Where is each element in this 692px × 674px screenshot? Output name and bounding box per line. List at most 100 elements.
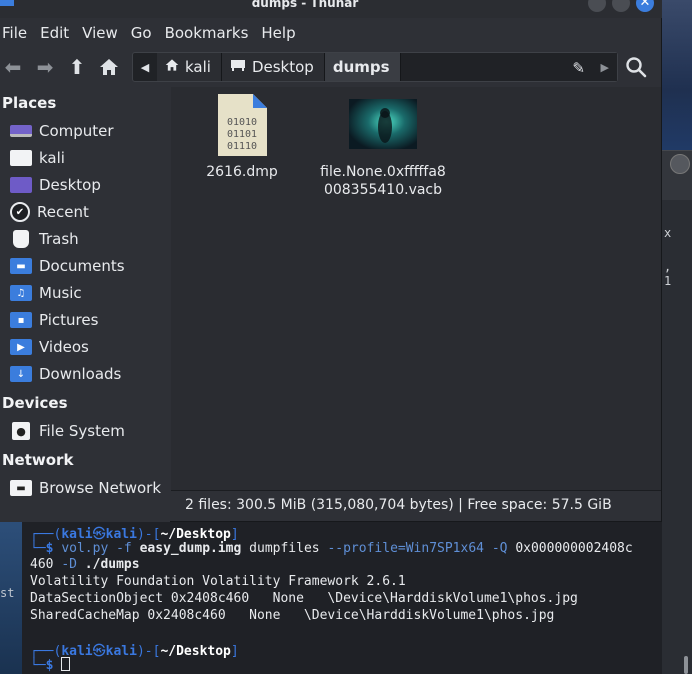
sidebar-item-recent[interactable]: ✔ Recent: [10, 200, 89, 224]
cmd-profile: --profile=Win7SP1x64: [327, 541, 484, 556]
image-thumbnail-icon: [349, 99, 417, 149]
terminal-scrollbar[interactable]: [684, 656, 688, 674]
file-item-2616-dmp[interactable]: 01010 01101 01110 2616.dmp: [167, 93, 317, 181]
cmd-file: easy_dump.img: [139, 541, 242, 556]
cmd-plugin: dumpfiles: [249, 541, 320, 556]
cmd-opt: -f: [116, 541, 132, 556]
menu-file[interactable]: File: [0, 24, 36, 42]
close-button[interactable]: ✕: [636, 0, 654, 12]
network-heading: Network: [2, 451, 74, 469]
drive-icon: ●: [12, 422, 30, 440]
videos-folder-icon: ▶: [10, 339, 32, 355]
sidebar-item-downloads[interactable]: ↓ Downloads: [10, 362, 121, 386]
prompt-cwd: ~/Desktop: [160, 527, 231, 542]
file-view[interactable]: 01010 01101 01110 2616.dmp file.None.0xf…: [171, 87, 661, 490]
sidebar-item-label: Computer: [39, 122, 114, 140]
binary-row: 01110: [227, 141, 257, 152]
desktop-wallpaper-strip: [662, 0, 692, 150]
cmd-opt: -D: [61, 557, 77, 572]
background-text: ,: [664, 260, 672, 274]
breadcrumb-label: kali: [185, 58, 211, 76]
sidebar-item-label: Browse Network: [39, 479, 162, 497]
prompt-cwd: ~/Desktop: [160, 644, 231, 659]
sidebar-item-browse-network[interactable]: ▬ Browse Network: [10, 476, 161, 500]
binary-file-icon: 01010 01101 01110: [218, 94, 267, 156]
prompt-line-1: ┌──(kali㉿kali)-[~/Desktop]: [30, 527, 239, 542]
sidebar-item-label: Desktop: [39, 176, 101, 194]
home-folder-icon: [10, 150, 32, 166]
computer-icon: [10, 125, 32, 137]
command-line: └─$ vol.py -f easy_dump.img dumpfiles --…: [30, 541, 633, 556]
music-folder-icon: ♫: [10, 285, 32, 301]
home-icon: [165, 58, 179, 76]
title-bar[interactable]: dumps - Thunar ✕: [0, 0, 662, 18]
sidebar-item-documents[interactable]: ▬ Documents: [10, 254, 125, 278]
terminal[interactable]: ┌──(kali㉿kali)-[~/Desktop] └─$ vol.py -f…: [22, 522, 662, 674]
trash-icon: [13, 230, 29, 248]
devices-heading: Devices: [2, 394, 68, 412]
back-arrow-icon[interactable]: ⬅: [0, 53, 26, 81]
forward-arrow-icon[interactable]: ➡: [32, 53, 58, 81]
sidebar-item-label: Videos: [39, 338, 89, 356]
desktop-icon: [230, 58, 246, 76]
command-line-wrap: 460 -D ./dumps: [30, 557, 140, 572]
window-title: dumps - Thunar: [251, 0, 359, 10]
background-window-right: x , 1: [662, 0, 692, 674]
sidebar-item-pictures[interactable]: ▪ Pictures: [10, 308, 98, 332]
prompt-user: kali: [61, 527, 93, 542]
path-bar: ◀ kali Desktop dumps ✎ ▶: [132, 52, 618, 82]
minimize-button[interactable]: [588, 0, 606, 12]
breadcrumb-label: Desktop: [251, 58, 314, 76]
up-arrow-icon[interactable]: ⬆: [64, 53, 90, 81]
recent-icon: ✔: [10, 202, 30, 222]
background-window-button: [670, 154, 690, 174]
pencil-icon[interactable]: ✎: [572, 59, 585, 77]
output-line: Volatility Foundation Volatility Framewo…: [30, 574, 406, 589]
background-text: 1: [664, 274, 672, 288]
sidebar-item-music[interactable]: ♫ Music: [10, 281, 82, 305]
sidebar-item-computer[interactable]: Computer: [10, 119, 114, 143]
cmd-opt: -Q: [491, 541, 508, 556]
background-text: st: [0, 586, 15, 600]
sidebar-item-label: Pictures: [39, 311, 99, 329]
prompt-symbol: $: [45, 541, 54, 556]
menu-bookmarks[interactable]: Bookmarks: [163, 24, 258, 42]
prompt-at: ㉿: [92, 644, 106, 659]
sidebar-item-trash[interactable]: Trash: [10, 227, 79, 251]
sidebar-item-desktop[interactable]: Desktop: [10, 173, 101, 197]
output-line: DataSectionObject 0x2408c460 None \Devic…: [30, 591, 578, 606]
prompt-host: kali: [105, 527, 137, 542]
screen: x , 1 st dumps - Thunar ✕ File Edit View…: [0, 0, 692, 674]
thunar-window: dumps - Thunar ✕ File Edit View Go Bookm…: [0, 0, 662, 522]
file-item-vacb[interactable]: file.None.0xfffffa8 008355410.vacb: [308, 99, 458, 199]
prompt-symbol: $: [45, 658, 54, 673]
binary-row: 01101: [227, 129, 257, 140]
search-icon[interactable]: [624, 55, 650, 79]
cmd-dir: ./dumps: [84, 557, 140, 572]
binary-row: 01010: [227, 117, 257, 128]
file-name-line-2: 008355410.vacb: [323, 182, 443, 198]
menu-view[interactable]: View: [80, 24, 127, 42]
sidebar-item-label: Music: [39, 284, 82, 302]
sidebar-item-label: Downloads: [39, 365, 122, 383]
path-scroll-left-icon[interactable]: ◀: [133, 61, 157, 74]
breadcrumb-label: dumps: [332, 58, 390, 76]
menu-help[interactable]: Help: [259, 24, 304, 42]
breadcrumb-desktop[interactable]: Desktop: [221, 53, 325, 81]
maximize-button[interactable]: [612, 0, 630, 12]
toolbar: ⬅ ➡ ⬆ ◀ kali Desktop dumps ✎ ▶: [0, 50, 662, 84]
text-cursor: [61, 657, 71, 671]
sidebar-item-kali[interactable]: kali: [10, 146, 65, 170]
menu-edit[interactable]: Edit: [38, 24, 78, 42]
sidebar-item-label: Recent: [37, 203, 89, 221]
breadcrumb-dumps[interactable]: dumps: [324, 53, 401, 81]
input-line[interactable]: └─$: [30, 657, 71, 673]
sidebar-item-videos[interactable]: ▶ Videos: [10, 335, 89, 359]
menu-go[interactable]: Go: [129, 24, 161, 42]
path-scroll-right-icon[interactable]: ▶: [601, 61, 609, 74]
sidebar-item-file-system[interactable]: ● File System: [10, 419, 125, 443]
cmd-prog: vol.py: [61, 541, 109, 556]
breadcrumb-kali[interactable]: kali: [157, 53, 222, 81]
home-icon[interactable]: [96, 53, 122, 84]
pictures-folder-icon: ▪: [10, 312, 32, 328]
